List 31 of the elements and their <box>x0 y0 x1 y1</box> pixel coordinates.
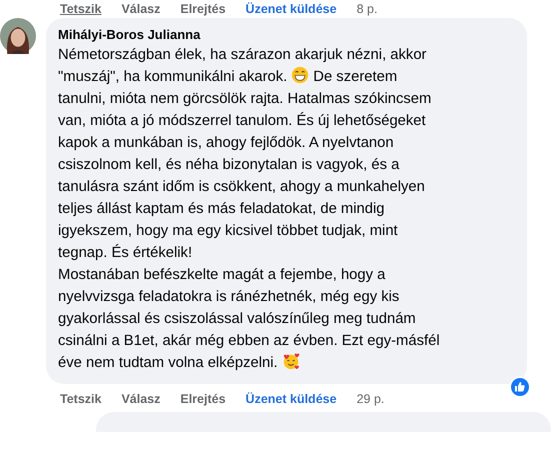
comment-text: csinálni a B1et, akár még ebben az évben. Ezt egy-másfél <box>58 333 440 349</box>
comment-text: van, mióta a jó módszerrel tanulom. És új lehetőségeket <box>58 113 426 129</box>
like-reaction-icon <box>509 376 531 398</box>
reply-link[interactable]: Válasz <box>121 391 160 407</box>
comment-text: igyekszem, hogy ma egy kicsivel többet tudjak, mint <box>58 223 398 239</box>
like-link[interactable]: Tetszik <box>60 391 102 407</box>
hide-link[interactable]: Elrejtés <box>180 391 226 407</box>
comment-text: teljes állást kaptam és más feladatokat, de mindig <box>58 201 385 217</box>
send-message-link[interactable]: Üzenet küldése <box>246 391 337 407</box>
comment-text: éve nem tudtam volna elképzelni. <box>58 355 278 371</box>
comment-text: Mostanában befészkelte magát a fejembe, hogy a <box>58 267 386 283</box>
comment-time: 29 p. <box>356 392 384 406</box>
comment-text: csiszolnom kell, és néha bizonytalan is vagyok, és a <box>58 157 400 173</box>
send-message-link[interactable]: Üzenet küldése <box>246 1 337 17</box>
avatar-icon <box>0 18 36 54</box>
like-link[interactable]: Tetszik <box>60 1 102 17</box>
author-name[interactable]: Mihályi-Boros Julianna <box>58 26 515 44</box>
hide-link[interactable]: Elrejtés <box>180 1 226 17</box>
comment-text: tanulásra szánt időm is csökkent, ahogy a munkahelyen <box>58 179 425 195</box>
smiling-face-with-hearts-icon <box>282 352 300 370</box>
grinning-face-icon <box>291 66 310 84</box>
comment-text: tanulni, mióta nem görcsölök rajta. Hatalmas szókincsem <box>58 91 432 107</box>
comment-text: tegnap. És értékelik! <box>58 245 192 261</box>
comment-text: Németországban élek, ha szárazon akarjuk nézni, akkor <box>58 47 426 63</box>
comment-time: 8 p. <box>356 2 378 16</box>
comment-text: nyelvvizsga feladatokra is ránézhetnék, még egy kis <box>58 289 400 305</box>
comment-text: gyakorlással és csiszolással valószínűleg meg tudnám <box>58 311 416 327</box>
comment-text: kapok a munkában is, ahogy fejlődök. A nyelvtanon <box>58 135 394 151</box>
comment-text: De szeretem <box>313 69 398 85</box>
comment-text: "muszáj", ha kommunikálni akarok. <box>58 69 288 85</box>
reply-link[interactable]: Válasz <box>121 1 160 17</box>
